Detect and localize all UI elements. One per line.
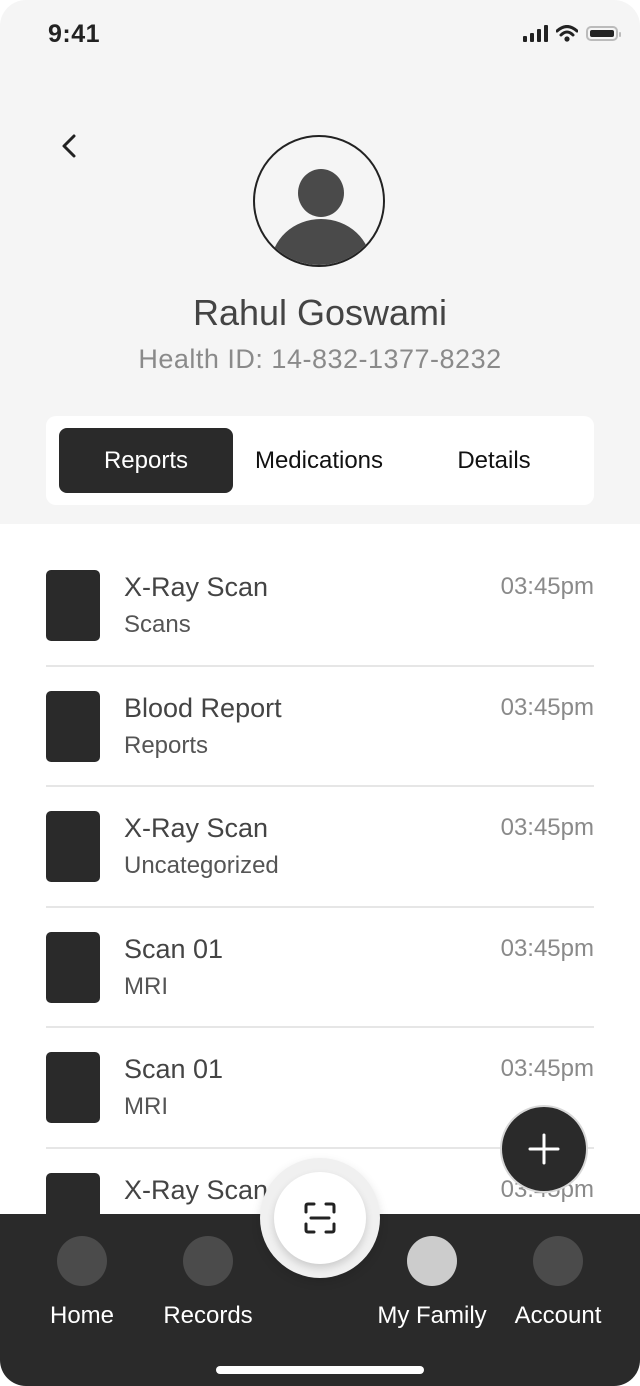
add-record-button[interactable] bbox=[502, 1107, 586, 1191]
family-icon bbox=[407, 1236, 457, 1286]
home-indicator bbox=[216, 1366, 424, 1374]
profile-header: 9:41 Rahul Goswami Health ID: 14-832-137… bbox=[0, 0, 640, 524]
record-title: X-Ray Scan bbox=[124, 1174, 269, 1205]
app-screen: 9:41 Rahul Goswami Health ID: 14-832-137… bbox=[0, 0, 640, 1386]
patient-name: Rahul Goswami bbox=[192, 292, 448, 333]
nav-label: Home bbox=[49, 1302, 115, 1329]
record-title: X-Ray Scan bbox=[124, 813, 269, 843]
tab-medications[interactable]: Medications bbox=[233, 428, 405, 493]
signal-icon bbox=[523, 25, 548, 42]
record-thumbnail bbox=[46, 931, 100, 1003]
home-icon bbox=[57, 1236, 107, 1286]
nav-account[interactable]: Account bbox=[493, 1236, 623, 1330]
health-id: Health ID: 14-832-1377-8232 bbox=[138, 344, 502, 374]
avatar bbox=[253, 135, 385, 267]
record-time: 03:45pm bbox=[500, 934, 594, 962]
record-category: Scans bbox=[124, 611, 191, 638]
list-item[interactable]: Blood Report Reports 03:45pm bbox=[46, 667, 594, 787]
list-item[interactable]: Scan 01 MRI 03:45pm bbox=[46, 908, 594, 1028]
nav-records[interactable]: Records bbox=[143, 1236, 273, 1330]
account-icon bbox=[533, 1236, 583, 1286]
tab-reports[interactable]: Reports bbox=[59, 428, 233, 493]
plus-icon bbox=[528, 1133, 560, 1165]
record-category: MRI bbox=[124, 1093, 168, 1120]
nav-my-family[interactable]: My Family bbox=[367, 1236, 497, 1330]
nav-label: My Family bbox=[377, 1302, 487, 1329]
scan-button[interactable] bbox=[274, 1172, 366, 1264]
record-title: X-Ray Scan bbox=[124, 572, 269, 602]
record-thumbnail bbox=[46, 570, 100, 641]
record-title: Blood Report bbox=[124, 692, 282, 723]
nav-label: Account bbox=[514, 1302, 602, 1329]
status-time: 9:41 bbox=[48, 20, 101, 48]
nav-label: Records bbox=[163, 1302, 253, 1329]
record-thumbnail bbox=[46, 1052, 100, 1123]
record-title: Scan 01 bbox=[124, 1054, 224, 1084]
status-icons bbox=[523, 25, 621, 42]
record-category: Uncategorized bbox=[124, 852, 279, 879]
record-category: Reports bbox=[124, 731, 209, 759]
scan-icon bbox=[304, 1202, 336, 1234]
back-button[interactable] bbox=[54, 128, 86, 164]
record-time: 03:45pm bbox=[500, 693, 594, 721]
record-title: Scan 01 bbox=[124, 933, 224, 964]
wifi-icon bbox=[556, 25, 578, 42]
chevron-left-icon bbox=[62, 134, 76, 158]
record-time: 03:45pm bbox=[500, 1055, 594, 1082]
list-item[interactable]: X-Ray Scan Scans 03:45pm bbox=[46, 546, 594, 667]
records-icon bbox=[183, 1236, 233, 1286]
list-item[interactable]: X-Ray Scan Uncategorized 03:45pm bbox=[46, 787, 594, 908]
tab-bar: Reports Medications Details bbox=[46, 416, 594, 505]
record-time: 03:45pm bbox=[500, 814, 594, 841]
record-thumbnail bbox=[46, 811, 100, 882]
battery-icon bbox=[586, 26, 621, 41]
nav-home[interactable]: Home bbox=[17, 1236, 147, 1330]
user-avatar-icon bbox=[271, 169, 371, 265]
record-thumbnail bbox=[46, 690, 100, 762]
tab-details[interactable]: Details bbox=[408, 428, 580, 493]
record-time: 03:45pm bbox=[500, 573, 594, 600]
record-category: MRI bbox=[124, 972, 168, 1000]
